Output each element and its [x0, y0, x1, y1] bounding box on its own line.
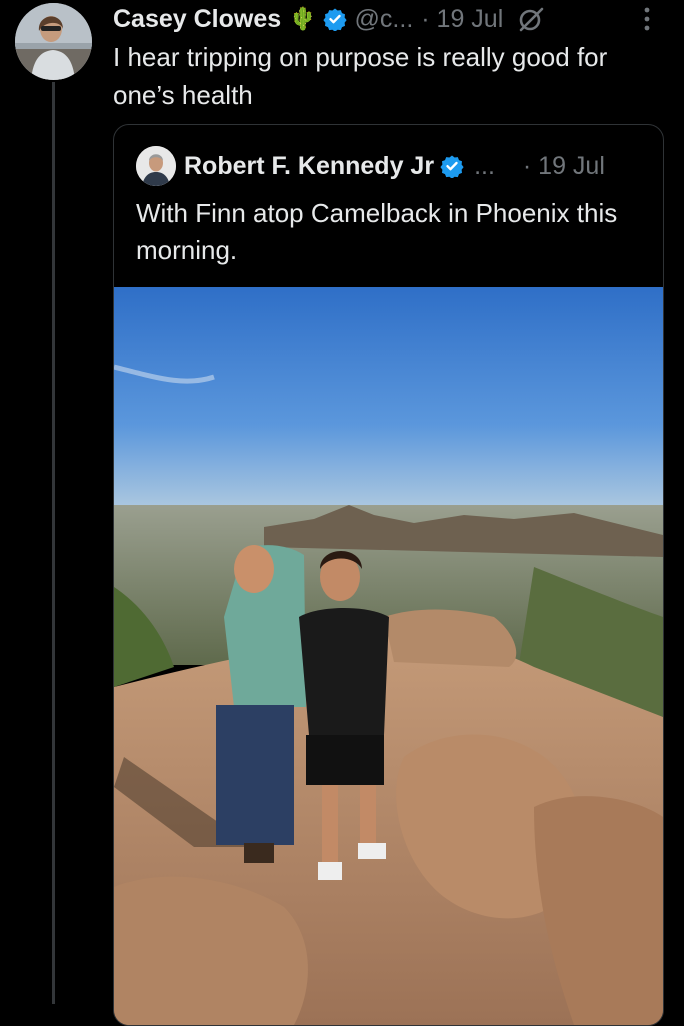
grok-icon[interactable] [517, 5, 545, 33]
cactus-emoji: 🌵 [289, 6, 317, 31]
quoted-post-header: Robert F. Kennedy Jr ... · 19 Jul [136, 145, 605, 187]
more-vertical-icon[interactable] [640, 6, 654, 32]
quoted-post-text: With Finn atop Camelback in Phoenix this… [136, 198, 618, 265]
author-name[interactable]: Casey Clowes [113, 5, 281, 34]
photo-image [114, 287, 663, 1025]
quoted-author-name[interactable]: Robert F. Kennedy Jr [184, 152, 434, 181]
quoted-author-avatar[interactable] [136, 146, 176, 186]
verified-badge-icon [440, 154, 464, 178]
author-avatar[interactable] [15, 3, 92, 80]
avatar-image [15, 3, 92, 80]
quoted-post-card[interactable]: Robert F. Kennedy Jr ... · 19 Jul With F… [113, 124, 664, 1026]
quoted-post-photo[interactable] [114, 287, 663, 1025]
post-date[interactable]: · 19 Jul [421, 5, 503, 34]
thread-connector-line [52, 82, 55, 1004]
quoted-post-date[interactable]: · 19 Jul [523, 152, 605, 181]
post-text: I hear tripping on purpose is really goo… [113, 42, 608, 110]
quoted-author-handle[interactable]: ... [474, 152, 495, 181]
author-handle[interactable]: @c... [355, 5, 414, 34]
post-header: Casey Clowes 🌵 @c... · 19 Jul [113, 2, 545, 36]
verified-badge-icon [322, 7, 347, 31]
